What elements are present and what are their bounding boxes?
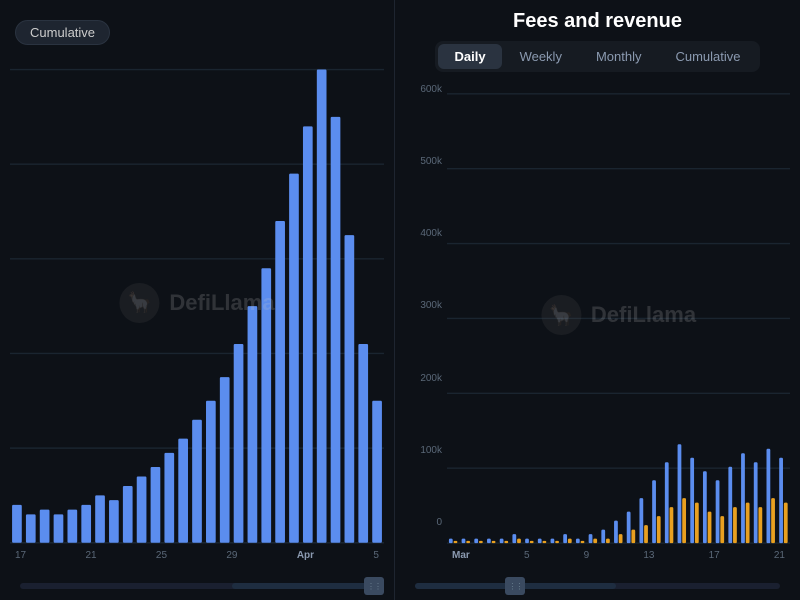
right-handle-icon: ⋮⋮ bbox=[508, 582, 522, 591]
left-x-17: 17 bbox=[15, 550, 26, 561]
tab-daily[interactable]: Daily bbox=[438, 44, 501, 69]
right-bars-container: 🦙 DefiLlama bbox=[447, 80, 790, 550]
left-x-25: 25 bbox=[156, 550, 167, 561]
left-scrollbar-track[interactable]: ⋮⋮ bbox=[10, 572, 384, 600]
left-header: Cumulative bbox=[10, 20, 384, 45]
left-x-apr: Apr bbox=[297, 550, 314, 561]
left-panel: Cumulative 🦙 DefiLlama 17 21 25 bbox=[0, 0, 395, 600]
right-x-13: 13 bbox=[643, 550, 654, 561]
left-x-29: 29 bbox=[226, 550, 237, 561]
y-200k: 200k bbox=[405, 373, 447, 384]
right-x-mar: Mar bbox=[452, 550, 470, 561]
y-500k: 500k bbox=[405, 156, 447, 167]
tab-cumulative[interactable]: Cumulative bbox=[659, 44, 756, 69]
right-x-5: 5 bbox=[524, 550, 530, 561]
left-bars-container: 🦙 DefiLlama bbox=[10, 55, 384, 550]
tab-monthly[interactable]: Monthly bbox=[580, 44, 658, 69]
left-scrollbar-bg: ⋮⋮ bbox=[20, 583, 374, 589]
right-scrollbar-bg: ⋮⋮ bbox=[415, 583, 780, 589]
right-chart-area: 0 100k 200k 300k 400k 500k 600k 🦙 DefiLl… bbox=[405, 80, 790, 550]
right-header: Fees and revenue Daily Weekly Monthly Cu… bbox=[405, 10, 790, 72]
right-y-axis: 0 100k 200k 300k 400k 500k 600k bbox=[405, 80, 447, 550]
right-panel: Fees and revenue Daily Weekly Monthly Cu… bbox=[395, 0, 800, 600]
right-x-9: 9 bbox=[584, 550, 590, 561]
left-cumulative-tab[interactable]: Cumulative bbox=[15, 20, 110, 45]
left-scrollbar-thumb[interactable]: ⋮⋮ bbox=[232, 583, 374, 589]
y-300k: 300k bbox=[405, 300, 447, 311]
left-x-21: 21 bbox=[85, 550, 96, 561]
y-0: 0 bbox=[405, 517, 447, 528]
y-400k: 400k bbox=[405, 228, 447, 239]
chart-title: Fees and revenue bbox=[513, 10, 682, 33]
right-x-21: 21 bbox=[774, 550, 785, 561]
right-scrollbar-handle[interactable]: ⋮⋮ bbox=[505, 577, 525, 595]
y-100k: 100k bbox=[405, 445, 447, 456]
right-scrollbar-track[interactable]: ⋮⋮ bbox=[405, 572, 790, 600]
right-scrollbar-thumb[interactable]: ⋮⋮ bbox=[415, 583, 616, 589]
left-x-5: 5 bbox=[373, 550, 379, 561]
y-600k: 600k bbox=[405, 84, 447, 95]
left-chart-area: 🦙 DefiLlama bbox=[10, 55, 384, 550]
tab-weekly[interactable]: Weekly bbox=[504, 44, 578, 69]
tab-group: Daily Weekly Monthly Cumulative bbox=[435, 41, 759, 72]
left-handle-icon: ⋮⋮ bbox=[367, 582, 381, 591]
main-container: Cumulative 🦙 DefiLlama 17 21 25 bbox=[0, 0, 800, 600]
right-x-17: 17 bbox=[709, 550, 720, 561]
left-scrollbar-handle[interactable]: ⋮⋮ bbox=[364, 577, 384, 595]
